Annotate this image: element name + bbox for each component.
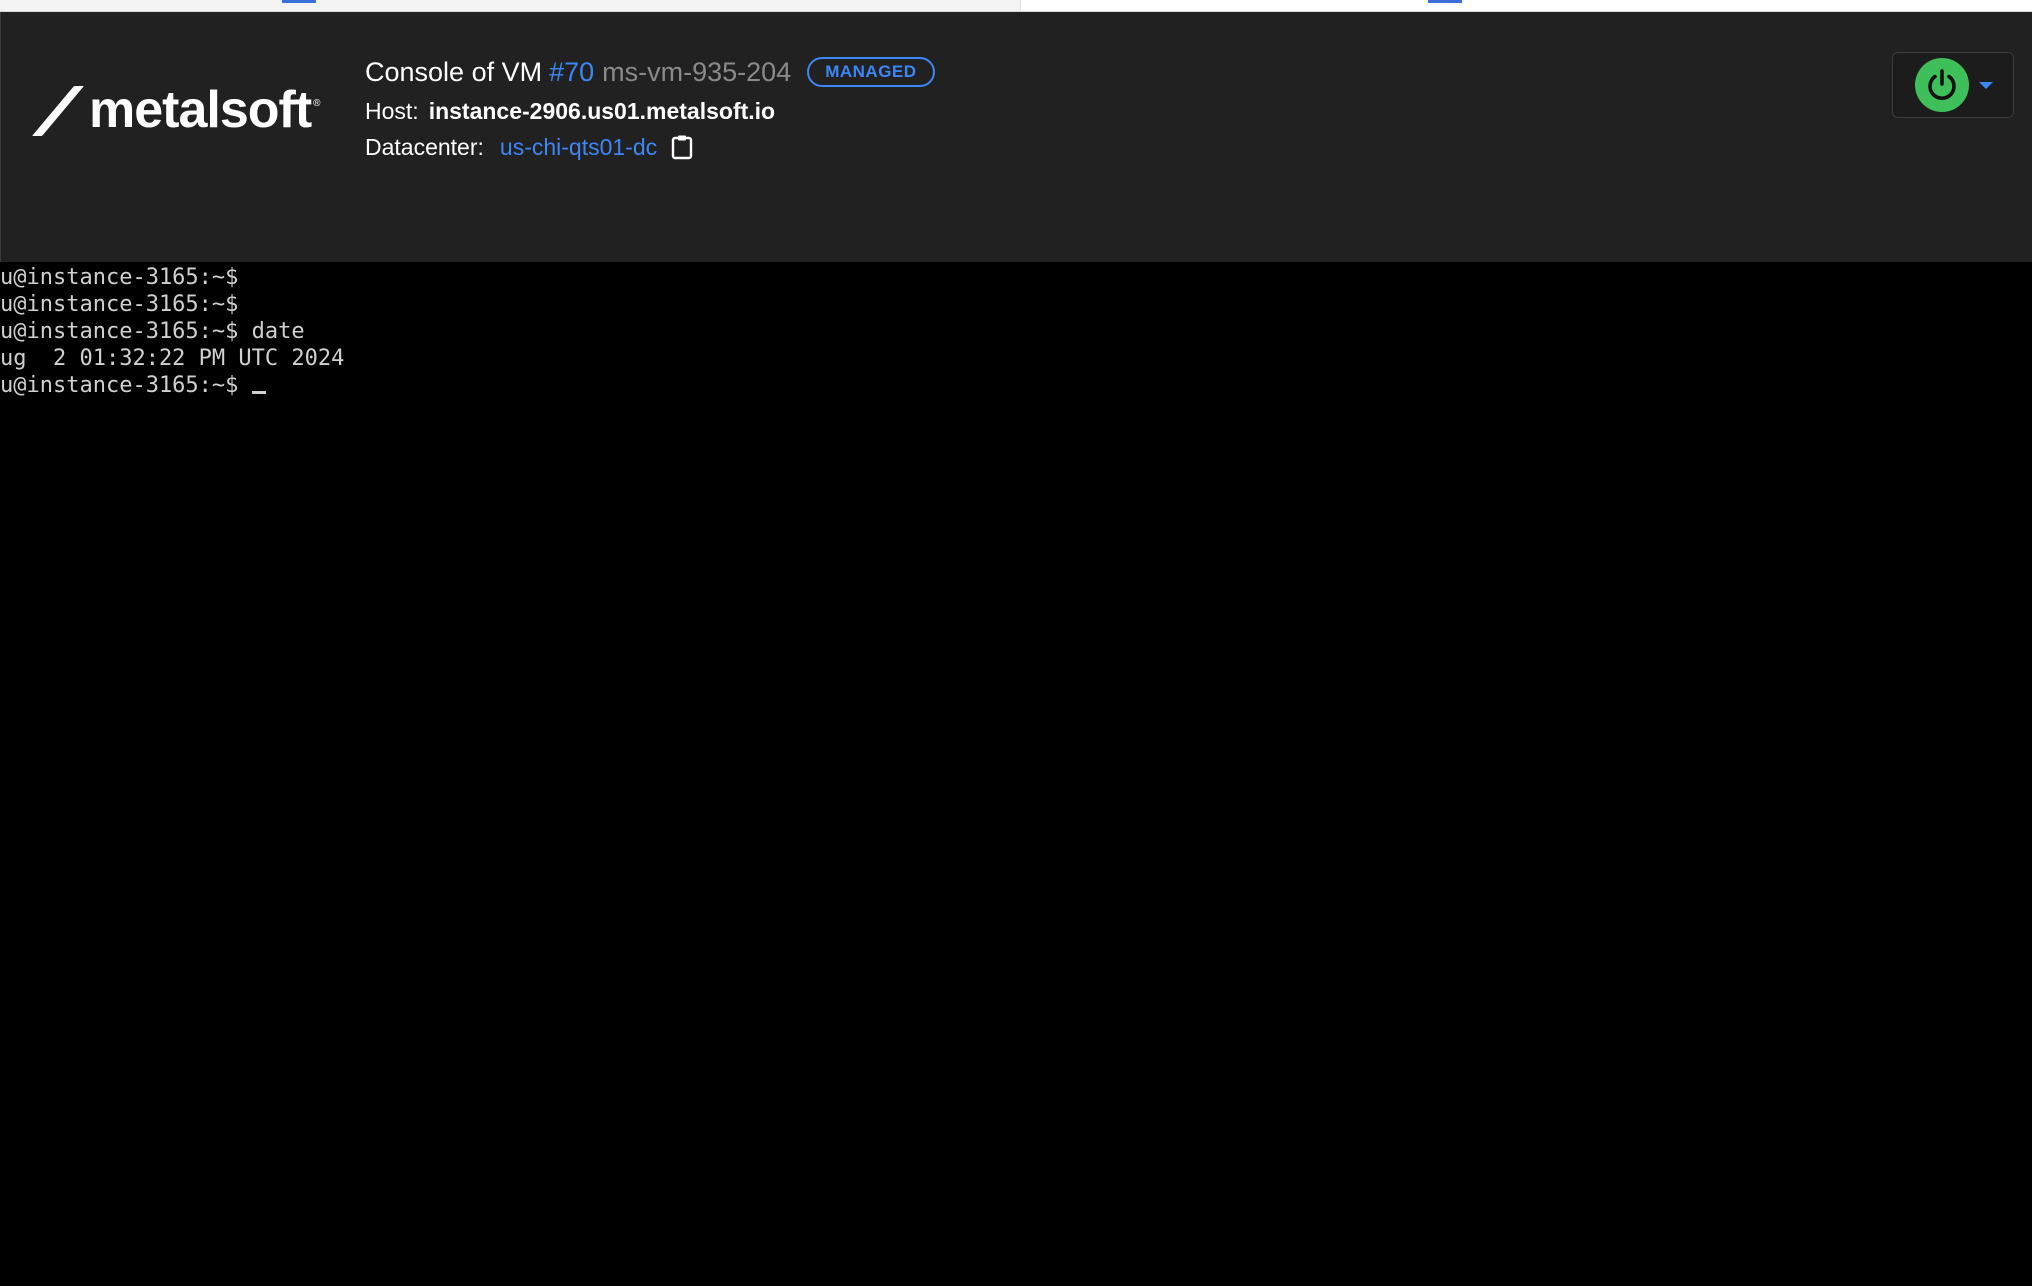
power-button[interactable] [1915, 58, 1969, 112]
terminal-line: u@instance-3165:~$ date [0, 319, 305, 344]
host-row: Host: instance-2906.us01.metalsoft.io [365, 94, 935, 128]
terminal-line: ug 2 01:32:22 PM UTC 2024 [0, 346, 345, 371]
tab-right[interactable] [1020, 0, 2032, 12]
power-control [1892, 52, 2014, 118]
metalsoft-logo[interactable]: metalsoft ® [37, 82, 321, 138]
console-header: metalsoft ® Console of VM #70 ms-vm-935-… [0, 12, 2032, 262]
terminal-line: u@instance-3165:~$ [0, 265, 239, 290]
page-title: Console of VM #70 ms-vm-935-204 MANAGED [365, 52, 935, 92]
vm-id-link[interactable]: #70 [549, 57, 594, 88]
tab-left[interactable] [0, 0, 1020, 12]
status-badge: MANAGED [807, 57, 935, 87]
vm-name: ms-vm-935-204 [602, 56, 792, 87]
power-icon [1928, 69, 1956, 100]
terminal-line: u@instance-3165:~$ [0, 292, 239, 317]
datacenter-row: Datacenter: us-chi-qts01-dc [365, 130, 935, 164]
terminal-prompt: u@instance-3165:~$ [0, 373, 252, 398]
vm-info: Console of VM #70 ms-vm-935-204 MANAGED … [365, 52, 935, 164]
browser-tab-strip [0, 0, 2032, 12]
logo-registered-mark: ® [313, 98, 321, 109]
title-prefix: Console of VM [365, 56, 543, 87]
host-label: Host: [365, 97, 419, 124]
clipboard-icon[interactable] [671, 134, 693, 160]
logo-text: metalsoft [89, 81, 312, 139]
terminal-screen[interactable]: u@instance-3165:~$ u@instance-3165:~$ u@… [0, 262, 2032, 1286]
terminal-prompt-line: u@instance-3165:~$ [0, 372, 2032, 399]
tab-indicator [282, 0, 316, 3]
datacenter-link[interactable]: us-chi-qts01-dc [500, 134, 657, 161]
host-value: instance-2906.us01.metalsoft.io [428, 97, 776, 124]
terminal-cursor [251, 391, 266, 394]
datacenter-label: Datacenter: [365, 133, 484, 160]
logo-slash-mark [37, 88, 81, 132]
tab-indicator [1428, 0, 1462, 3]
caret-down-icon[interactable] [1979, 81, 1993, 89]
